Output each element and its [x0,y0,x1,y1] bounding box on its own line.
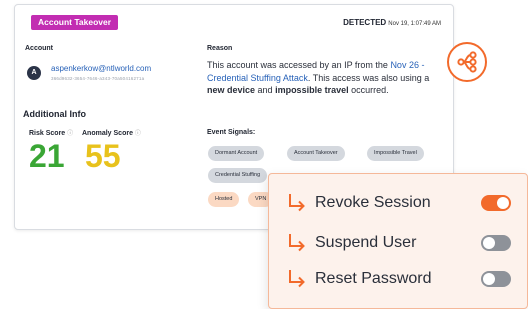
workflow-branch-glyph [457,51,477,73]
alert-type-badge: Account Takeover [31,15,119,30]
action-row-suspend-user[interactable]: Suspend User [287,232,517,254]
reason-section-label: Reason [207,45,233,52]
action-row-reset-password[interactable]: Reset Password [287,268,517,290]
account-email-link[interactable]: aspenkerkow@ntlworld.com [51,64,151,73]
info-icon[interactable]: ⓘ [67,131,73,137]
account-section-label: Account [25,45,53,52]
risk-score-label: Risk Score ⓘ [29,128,73,137]
account-id: 366d9632-3654-7646-a343-70a50416271a [51,76,145,81]
revoke-session-label: Revoke Session [315,194,431,211]
toggle-knob [483,237,495,249]
avatar: A [27,66,41,80]
signal-pill: Credential Stuffing [208,168,268,183]
signal-pill: Impossible Travel [367,146,424,161]
risk-score-label-text: Risk Score [29,130,66,137]
suspend-user-toggle[interactable] [481,235,511,251]
reason-text-part: occurred. [348,85,389,95]
reason-text: This account was accessed by an IP from … [207,59,435,97]
arrow-turn-down-right-icon [289,234,305,252]
detected-timestamp: DETECTED Nov 19, 1:07:49 AM [343,18,441,27]
toggle-knob [483,273,495,285]
anomaly-score-value: 55 [85,138,121,174]
event-signals-label: Event Signals: [207,129,256,136]
reason-impossible-travel: impossible travel [275,85,349,95]
reset-password-label: Reset Password [315,270,432,287]
workflow-branch-icon[interactable] [447,42,487,82]
reason-new-device: new device [207,85,256,95]
arrow-turn-down-right-icon [289,270,305,288]
reset-password-toggle[interactable] [481,271,511,287]
reason-text-part: This account was accessed by an IP from … [207,60,391,70]
signal-pill: Account Takeover [287,146,345,161]
response-actions-panel: Revoke Session Suspend User Reset Passwo… [268,173,528,309]
revoke-session-toggle[interactable] [481,195,511,211]
anomaly-score-label-text: Anomaly Score [82,130,133,137]
detected-label: DETECTED [343,18,387,27]
signal-pill: Dormant Account [208,146,265,161]
reason-text-part: . This access was also using a [307,72,430,83]
arrow-turn-down-right-icon [289,194,305,212]
suspend-user-label: Suspend User [315,234,417,251]
action-row-revoke-session[interactable]: Revoke Session [287,192,517,214]
additional-info-title: Additional Info [23,109,86,119]
risk-score-value: 21 [29,138,65,174]
anomaly-score-label: Anomaly Score ⓘ [82,128,141,137]
toggle-knob [497,197,509,209]
reason-text-part: and [255,85,276,95]
detected-time: Nov 19, 1:07:49 AM [388,21,441,27]
info-icon[interactable]: ⓘ [135,131,141,137]
signal-pill: Hosted [208,192,240,207]
